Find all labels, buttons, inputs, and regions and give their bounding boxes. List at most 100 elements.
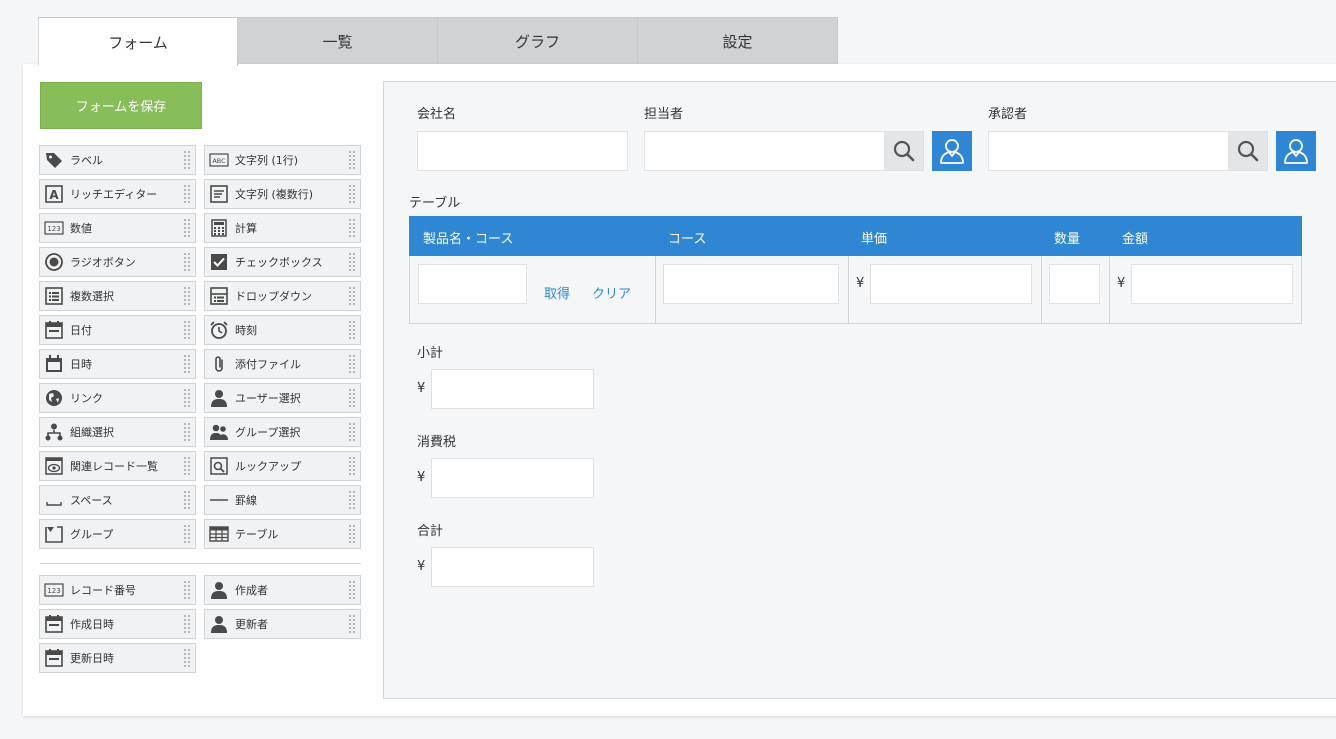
palette-item-label: 作成者 [235, 584, 268, 597]
subtotal-input[interactable] [431, 369, 594, 409]
drag-handle-icon[interactable] [348, 150, 356, 170]
drag-handle-icon[interactable] [183, 286, 191, 306]
tab-settings[interactable]: 設定 [638, 17, 838, 65]
palette-item[interactable]: ルックアップ [204, 451, 361, 481]
tab-bar: フォーム 一覧 グラフ 設定 [38, 17, 838, 66]
drag-handle-icon[interactable] [348, 354, 356, 374]
tab-form[interactable]: フォーム [38, 17, 238, 66]
drag-handle-icon[interactable] [183, 320, 191, 340]
palette-divider [40, 563, 361, 564]
palette-item[interactable]: スペース [39, 485, 196, 515]
drag-handle-icon[interactable] [348, 580, 356, 600]
company-input[interactable] [417, 131, 628, 171]
palette-item[interactable]: 更新者 [204, 609, 361, 639]
assignee-input[interactable] [644, 131, 885, 171]
clear-link[interactable]: クリア [592, 283, 631, 302]
drag-handle-icon[interactable] [183, 354, 191, 374]
calendar-icon [44, 320, 64, 340]
table-icon [209, 524, 229, 544]
palette-item[interactable]: グループ [39, 519, 196, 549]
drag-handle-icon[interactable] [348, 286, 356, 306]
globe-icon [44, 388, 64, 408]
drag-handle-icon[interactable] [348, 490, 356, 510]
drag-handle-icon[interactable] [183, 524, 191, 544]
palette-item[interactable]: A リッチエディター [39, 179, 196, 209]
palette-item-label: リンク [70, 392, 103, 405]
drag-handle-icon[interactable] [183, 218, 191, 238]
group-icon [209, 422, 229, 442]
palette-item[interactable]: 罫線 [204, 485, 361, 515]
palette-item[interactable]: 計算 [204, 213, 361, 243]
palette-item-label: リッチエディター [70, 188, 158, 201]
palette-item[interactable]: 時刻 [204, 315, 361, 345]
drag-handle-icon[interactable] [183, 614, 191, 634]
quantity-input[interactable] [1049, 264, 1100, 304]
palette-item[interactable]: ラジオボタン [39, 247, 196, 277]
unit-price-currency: ¥ [856, 276, 865, 291]
palette-item[interactable]: テーブル [204, 519, 361, 549]
org-chart-icon [44, 422, 64, 442]
palette-item[interactable]: 文字列 (複数行) [204, 179, 361, 209]
save-form-button[interactable]: フォームを保存 [40, 82, 202, 129]
palette-item-label: 複数選択 [70, 290, 114, 303]
tax-input[interactable] [431, 458, 594, 498]
drag-handle-icon[interactable] [183, 150, 191, 170]
drag-handle-icon[interactable] [183, 388, 191, 408]
checkbox-icon [209, 252, 229, 272]
drag-handle-icon[interactable] [183, 648, 191, 668]
dropdown-icon [209, 286, 229, 306]
assignee-search-button[interactable] [884, 131, 924, 171]
assignee-user-picker-button[interactable] [932, 131, 972, 171]
drag-handle-icon[interactable] [348, 422, 356, 442]
radio-icon [44, 252, 64, 272]
tab-graph[interactable]: グラフ [438, 17, 638, 65]
drag-handle-icon[interactable] [183, 422, 191, 442]
palette-item[interactable]: 更新日時 [39, 643, 196, 673]
palette-item[interactable]: チェックボックス [204, 247, 361, 277]
drag-handle-icon[interactable] [348, 524, 356, 544]
palette-item[interactable]: 123 数値 [39, 213, 196, 243]
drag-handle-icon[interactable] [183, 252, 191, 272]
palette-item[interactable]: ドロップダウン [204, 281, 361, 311]
palette-item[interactable]: 組織選択 [39, 417, 196, 447]
tab-list[interactable]: 一覧 [238, 17, 438, 65]
palette-item[interactable]: 日時 [39, 349, 196, 379]
drag-handle-icon[interactable] [348, 456, 356, 476]
palette-item[interactable]: ABC 文字列 (1行) [204, 145, 361, 175]
cell-divider [1109, 256, 1110, 323]
drag-handle-icon[interactable] [348, 388, 356, 408]
company-label: 会社名 [417, 107, 457, 122]
palette-item[interactable]: 日付 [39, 315, 196, 345]
palette-item[interactable]: ラベル [39, 145, 196, 175]
approver-search-button[interactable] [1228, 131, 1268, 171]
total-input[interactable] [431, 547, 594, 587]
palette-item[interactable]: 123 レコード番号 [39, 575, 196, 605]
palette-item[interactable]: 関連レコード一覧 [39, 451, 196, 481]
drag-handle-icon[interactable] [348, 614, 356, 634]
palette-item-label: ユーザー選択 [235, 392, 301, 405]
drag-handle-icon[interactable] [348, 184, 356, 204]
palette-item[interactable]: 複数選択 [39, 281, 196, 311]
approver-user-picker-button[interactable] [1276, 131, 1316, 171]
unit-price-input[interactable] [870, 264, 1032, 304]
course-input[interactable] [663, 264, 839, 304]
drag-handle-icon[interactable] [348, 320, 356, 340]
amount-input[interactable] [1131, 264, 1293, 304]
approver-input[interactable] [988, 131, 1229, 171]
product-input[interactable] [418, 264, 527, 304]
fetch-link[interactable]: 取得 [544, 283, 570, 302]
palette-item[interactable]: グループ選択 [204, 417, 361, 447]
drag-handle-icon[interactable] [348, 252, 356, 272]
palette-item[interactable]: 添付ファイル [204, 349, 361, 379]
drag-handle-icon[interactable] [183, 580, 191, 600]
drag-handle-icon[interactable] [183, 184, 191, 204]
drag-handle-icon[interactable] [183, 456, 191, 476]
palette-item[interactable]: ユーザー選択 [204, 383, 361, 413]
drag-handle-icon[interactable] [183, 490, 191, 510]
palette-item[interactable]: 作成日時 [39, 609, 196, 639]
palette-item[interactable]: 作成者 [204, 575, 361, 605]
palette-item[interactable]: リンク [39, 383, 196, 413]
svg-text:A: A [49, 188, 59, 202]
drag-handle-icon[interactable] [348, 218, 356, 238]
calendar-icon [44, 648, 64, 668]
